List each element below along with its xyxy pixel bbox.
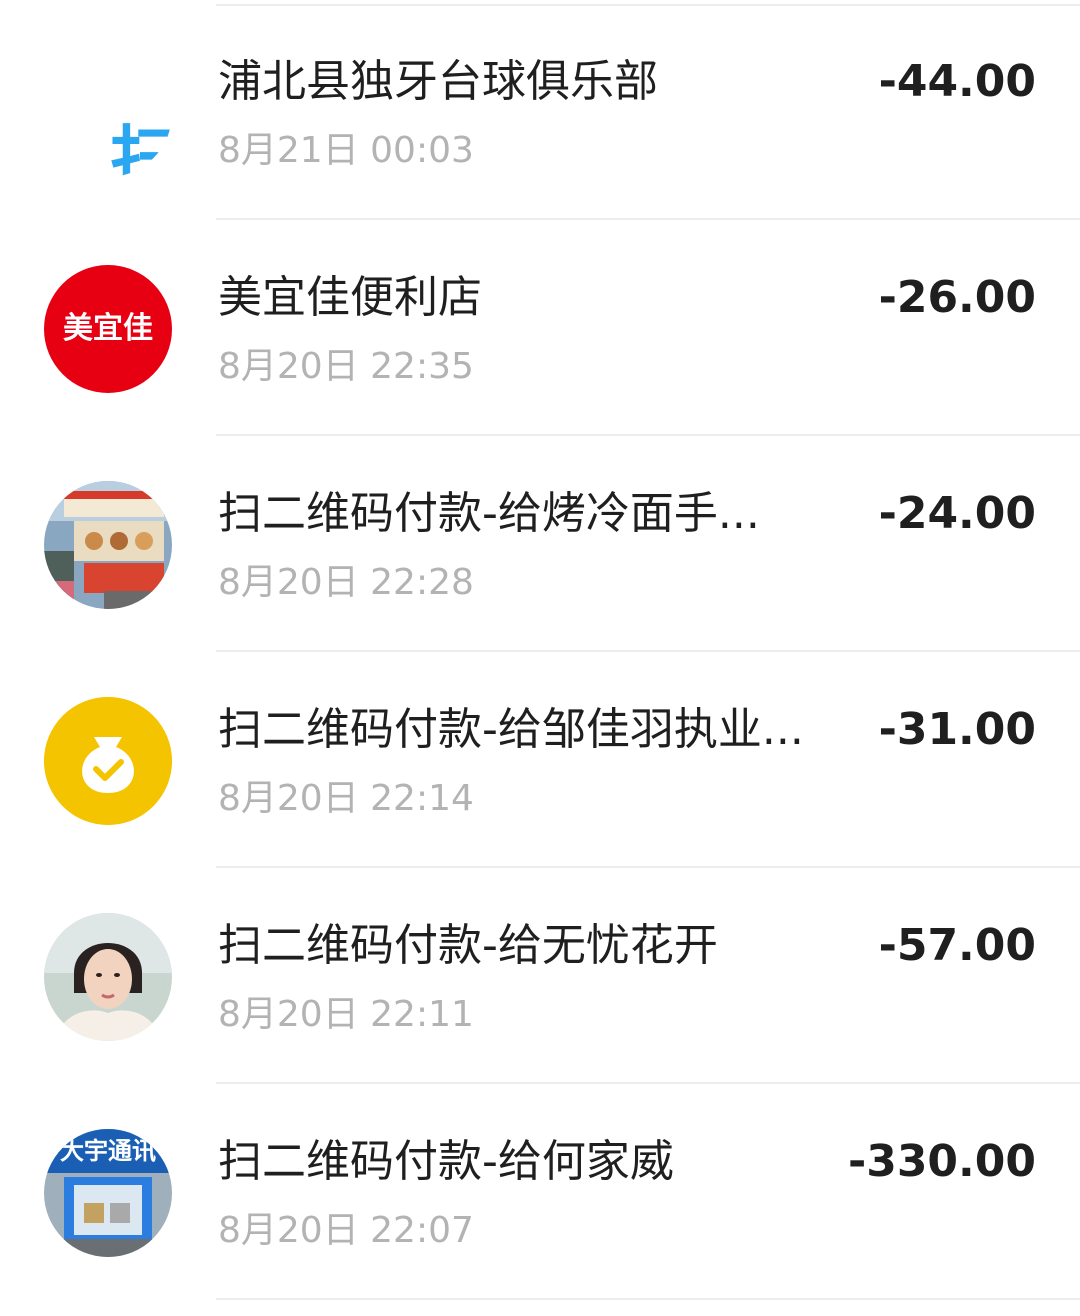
scan-icon: 扫 bbox=[44, 49, 172, 177]
transaction-row[interactable]: 扫二维码付款-给邹佳羽执业... 8月20日 22:14 -31.00 bbox=[0, 652, 1080, 868]
transaction-title: 扫二维码付款-给无忧花开 bbox=[218, 920, 718, 971]
svg-text:大宇通讯: 大宇通讯 bbox=[60, 1137, 156, 1165]
transaction-amount: -31.00 bbox=[878, 704, 1036, 755]
transaction-time: 8月20日 22:07 bbox=[218, 1210, 474, 1251]
transaction-time: 8月20日 22:14 bbox=[218, 778, 474, 819]
transaction-time: 8月20日 22:11 bbox=[218, 994, 474, 1035]
person-photo-avatar bbox=[44, 913, 172, 1041]
transaction-time: 8月21日 00:03 bbox=[218, 130, 474, 171]
transaction-row[interactable]: 扫 浦北县独牙台球俱乐部 8月21日 00:03 -44.00 bbox=[0, 4, 1080, 220]
transaction-row[interactable]: 扫二维码付款-给无忧花开 8月20日 22:11 -57.00 bbox=[0, 868, 1080, 1084]
transaction-row[interactable]: 美宜佳 美宜佳便利店 8月20日 22:35 -26.00 bbox=[0, 220, 1080, 436]
transaction-amount: -57.00 bbox=[878, 920, 1036, 971]
store-photo-avatar: 大宇通讯 bbox=[44, 1129, 172, 1257]
transaction-amount: -26.00 bbox=[878, 272, 1036, 323]
transaction-title: 浦北县独牙台球俱乐部 bbox=[218, 56, 658, 107]
transaction-title: 美宜佳便利店 bbox=[218, 272, 482, 323]
shop-photo-avatar bbox=[44, 481, 172, 609]
transaction-title: 扫二维码付款-给邹佳羽执业... bbox=[218, 704, 804, 755]
transaction-time: 8月20日 22:35 bbox=[218, 346, 474, 387]
meiyijia-logo: 美宜佳 bbox=[44, 265, 172, 393]
transaction-title: 扫二维码付款-给何家威 bbox=[218, 1136, 674, 1187]
divider bbox=[216, 1298, 1080, 1300]
transaction-title: 扫二维码付款-给烤冷面手... bbox=[218, 488, 760, 539]
money-bag-icon bbox=[44, 697, 172, 825]
transaction-amount: -24.00 bbox=[878, 488, 1036, 539]
transaction-row[interactable]: 大宇通讯 扫二维码付款-给何家威 8月20日 22:07 -330.00 bbox=[0, 1084, 1080, 1300]
transaction-amount: -44.00 bbox=[878, 56, 1036, 107]
transaction-amount: -330.00 bbox=[847, 1136, 1036, 1187]
transaction-time: 8月20日 22:28 bbox=[218, 562, 474, 603]
transaction-row[interactable]: 扫二维码付款-给烤冷面手... 8月20日 22:28 -24.00 bbox=[0, 436, 1080, 652]
transaction-list: 扫 浦北县独牙台球俱乐部 8月21日 00:03 -44.00 美宜佳 美宜佳便… bbox=[0, 0, 1080, 1316]
